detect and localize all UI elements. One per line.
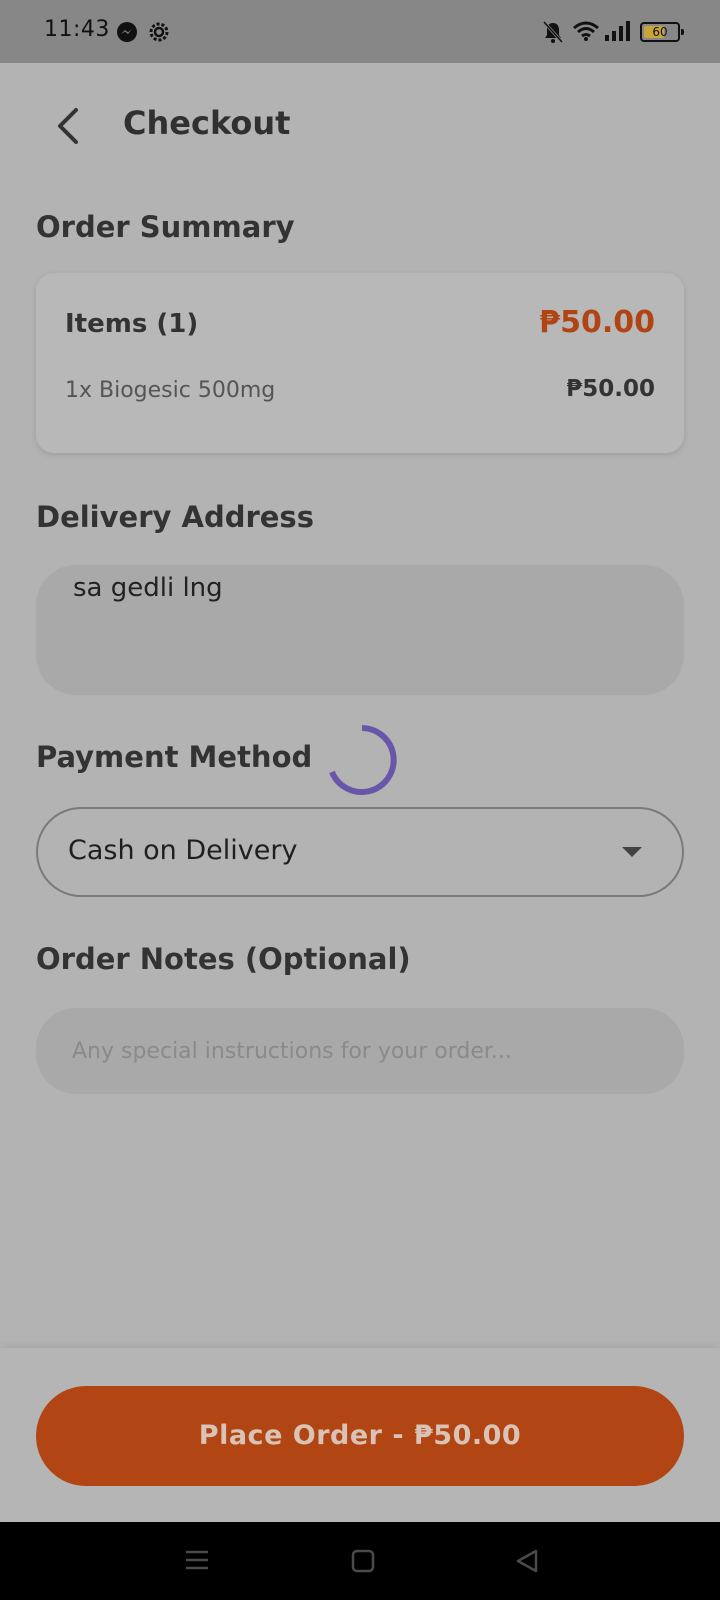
order-summary-card: Items (1) ₱50.00 1x Biogesic 500mg ₱50.0… [36,273,684,453]
menu-icon[interactable] [184,1548,210,1572]
bottom-action-bar: Place Order - ₱50.00 [0,1348,720,1522]
delivery-address-value: sa gedli lng [73,573,223,603]
place-order-button[interactable]: Place Order - ₱50.00 [36,1386,684,1486]
signal-icon [605,21,630,41]
line-item-name: 1x Biogesic 500mg [65,378,276,403]
wifi-icon [573,21,599,41]
loading-spinner [329,725,397,795]
delivery-address-title: Delivery Address [36,500,314,534]
messenger-icon [117,22,137,42]
items-count-label: Items (1) [65,309,199,339]
back-button[interactable] [52,106,88,146]
delivery-address-field[interactable]: sa gedli lng [36,565,684,695]
system-navigation-bar [0,1522,720,1600]
status-bar: 11:43 60 [0,0,720,63]
battery-icon: 60 [640,22,684,42]
order-notes-input[interactable] [36,1008,684,1094]
items-total: ₱50.00 [539,305,655,340]
settings-icon [149,22,169,42]
back-nav-icon[interactable] [514,1548,540,1574]
battery-level: 60 [652,25,668,39]
status-time: 11:43 [44,17,110,42]
payment-method-dropdown[interactable]: Cash on Delivery [36,807,684,897]
page-title: Checkout [123,104,291,142]
payment-method-selected: Cash on Delivery [68,835,298,866]
dropdown-arrow-icon [622,847,642,857]
line-item-price: ₱50.00 [566,376,655,402]
payment-method-title: Payment Method [36,740,313,774]
checkout-screen [0,63,720,1348]
home-icon[interactable] [350,1548,376,1574]
order-summary-title: Order Summary [36,210,295,244]
mute-icon [542,20,564,44]
order-notes-title: Order Notes (Optional) [36,942,411,976]
